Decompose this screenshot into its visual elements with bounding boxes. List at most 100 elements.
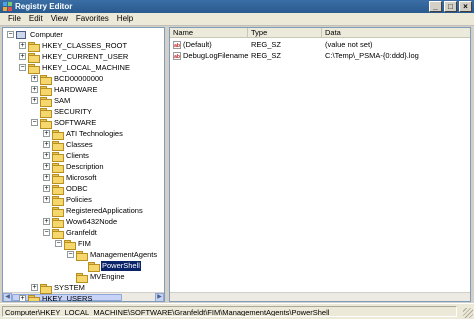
folder-icon — [52, 173, 64, 184]
column-name[interactable]: Name — [170, 28, 248, 38]
tree-node-label: Wow6432Node — [66, 216, 118, 226]
value-name: (Default) — [183, 40, 212, 49]
status-bar: Computer\HKEY_LOCAL_MACHINE\SOFTWARE\Gra… — [0, 303, 474, 319]
values-list[interactable]: Name Type Data ab (Default) REG_SZ (valu… — [169, 27, 471, 302]
tree-node-label: Microsoft — [66, 172, 97, 182]
registry-tree[interactable]: ◀ ▶ − Computer + HKEY_CLASSES_ROOT + HKEY_CUR… — [2, 27, 165, 302]
tree-node-label: BCD00000000 — [54, 73, 104, 83]
collapse-icon[interactable]: − — [55, 240, 62, 247]
scroll-right-button[interactable]: ▶ — [155, 293, 164, 301]
tree-node[interactable]: + Description — [43, 161, 105, 173]
expand-icon[interactable]: + — [31, 284, 38, 291]
tree-node-label: FIM — [78, 238, 91, 248]
tree-node[interactable]: − Granfeldt — [43, 227, 98, 239]
tree-node[interactable]: + HKEY_USERS — [19, 293, 93, 301]
tree-node[interactable]: RegisteredApplications — [43, 205, 144, 217]
value-type: REG_SZ — [251, 40, 282, 49]
folder-icon — [40, 96, 52, 107]
value-data: C:\Temp\_PSMA-{0:ddd}.log — [325, 51, 419, 60]
expand-icon[interactable]: + — [43, 218, 50, 225]
value-row[interactable]: ab DebugLogFilename REG_SZ C:\Temp\_PSMA… — [170, 51, 470, 61]
menu-file[interactable]: File — [4, 13, 25, 25]
tree-node[interactable]: − SOFTWARE — [31, 117, 97, 129]
value-row[interactable]: ab (Default) REG_SZ (value not set) — [170, 40, 470, 50]
tree-node[interactable]: − ManagementAgents — [67, 249, 158, 261]
folder-icon — [40, 74, 52, 85]
registry-editor-icon — [3, 2, 12, 11]
expand-icon[interactable]: + — [19, 42, 26, 49]
folder-icon — [40, 283, 52, 294]
expand-icon[interactable]: + — [19, 53, 26, 60]
tree-node[interactable]: − HKEY_LOCAL_MACHINE — [19, 62, 131, 74]
tree-node-label: SAM — [54, 95, 71, 105]
minimize-button[interactable]: _ — [429, 1, 442, 12]
folder-icon — [40, 85, 52, 96]
folder-icon — [40, 107, 52, 118]
scroll-left-button[interactable]: ◀ — [3, 293, 12, 301]
menu-edit[interactable]: Edit — [25, 13, 47, 25]
expand-icon[interactable]: + — [43, 196, 50, 203]
tree-node[interactable]: + BCD00000000 — [31, 73, 104, 85]
value-type: REG_SZ — [251, 51, 282, 60]
value-name: DebugLogFilename — [183, 51, 249, 60]
resize-grip-icon[interactable] — [463, 308, 473, 318]
tree-node[interactable]: + HKEY_CURRENT_USER — [19, 51, 129, 63]
collapse-icon[interactable]: − — [43, 229, 50, 236]
expand-icon[interactable]: + — [31, 97, 38, 104]
expand-icon[interactable]: + — [43, 163, 50, 170]
close-button[interactable]: × — [459, 1, 472, 12]
string-value-icon: ab — [173, 41, 181, 49]
tree-node[interactable]: − Computer — [7, 29, 64, 40]
column-data[interactable]: Data — [322, 28, 470, 38]
tree-node-label: ManagementAgents — [90, 249, 158, 259]
expand-icon[interactable]: + — [43, 185, 50, 192]
title-bar: Registry Editor _ □ × — [0, 0, 474, 13]
column-type[interactable]: Type — [248, 28, 322, 38]
collapse-icon[interactable]: − — [67, 251, 74, 258]
collapse-icon[interactable]: − — [31, 119, 38, 126]
collapse-icon[interactable]: − — [7, 31, 14, 38]
tree-node[interactable]: + Classes — [43, 139, 94, 151]
collapse-icon[interactable]: − — [19, 64, 26, 71]
menu-favorites[interactable]: Favorites — [72, 13, 113, 25]
tree-node[interactable]: + SAM — [31, 95, 71, 107]
folder-icon — [88, 261, 100, 272]
status-path: Computer\HKEY_LOCAL_MACHINE\SOFTWARE\Gra… — [2, 306, 457, 317]
expand-icon[interactable]: + — [43, 174, 50, 181]
tree-node[interactable]: + HKEY_CLASSES_ROOT — [19, 40, 128, 52]
menu-help[interactable]: Help — [113, 13, 137, 25]
expand-icon[interactable]: + — [31, 75, 38, 82]
tree-node-label: PowerShell — [101, 260, 141, 271]
expand-icon[interactable]: + — [19, 295, 26, 301]
maximize-button[interactable]: □ — [444, 1, 457, 12]
tree-node[interactable]: + Policies — [43, 194, 93, 206]
tree-node[interactable]: + ATI Technologies — [43, 128, 124, 140]
tree-node-label: ODBC — [66, 183, 88, 193]
folder-icon — [40, 118, 52, 129]
expand-icon[interactable]: + — [31, 86, 38, 93]
tree-node[interactable]: + ODBC — [43, 183, 89, 195]
tree-node[interactable]: + Microsoft — [43, 172, 97, 184]
tree-node[interactable]: + SYSTEM — [31, 282, 86, 294]
folder-icon — [52, 151, 64, 162]
tree-node[interactable]: + HARDWARE — [31, 84, 98, 96]
tree-node[interactable]: + Wow6432Node — [43, 216, 118, 228]
tree-node-label: Classes — [66, 139, 93, 149]
folder-icon — [28, 41, 40, 52]
tree-node-label: Policies — [66, 194, 92, 204]
expand-icon[interactable]: + — [43, 141, 50, 148]
menu-view[interactable]: View — [47, 13, 72, 25]
expand-icon[interactable]: + — [43, 130, 50, 137]
expand-icon[interactable]: + — [43, 152, 50, 159]
tree-node[interactable]: + Clients — [43, 150, 90, 162]
folder-icon — [52, 217, 64, 228]
tree-node[interactable]: PowerShell — [79, 260, 141, 272]
tree-node[interactable]: − FIM — [55, 238, 92, 250]
tree-node[interactable]: SECURITY — [31, 106, 93, 118]
tree-node-label: Clients — [66, 150, 89, 160]
tree-node[interactable]: MVEngine — [67, 271, 126, 283]
list-horizontal-scrollbar[interactable] — [170, 292, 470, 301]
tree-node-label: Granfeldt — [66, 227, 97, 237]
